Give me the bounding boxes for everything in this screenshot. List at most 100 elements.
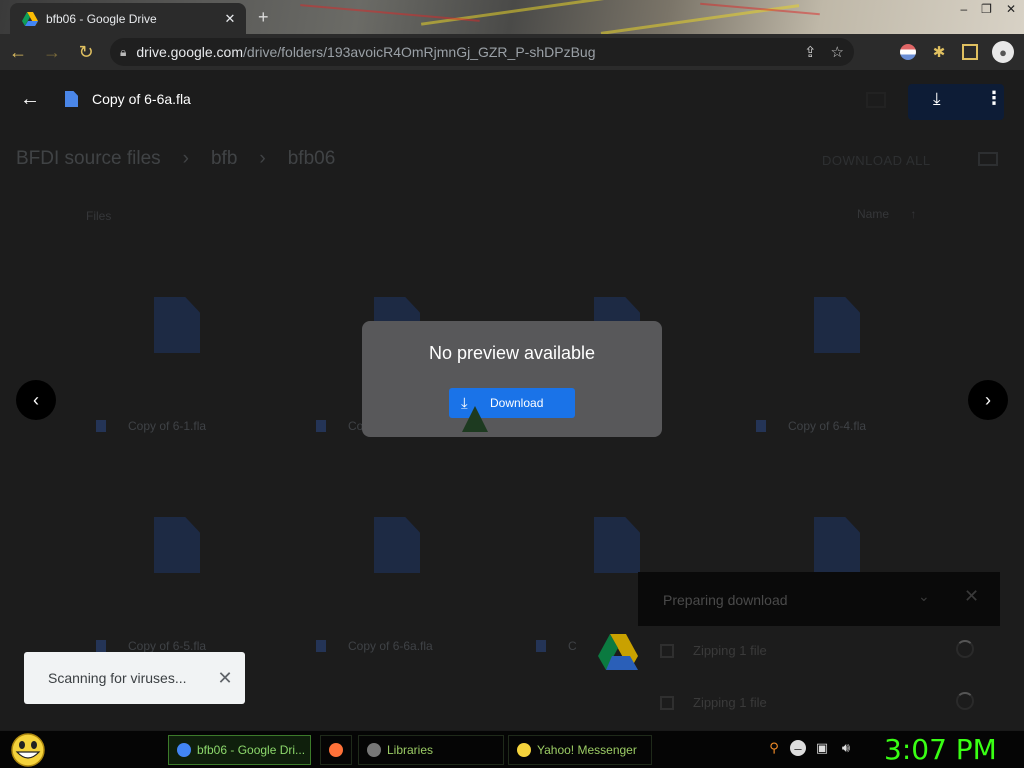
file-name: Copy of 6-1.fla	[128, 419, 207, 433]
file-type-icon	[756, 420, 766, 432]
open-with-icon[interactable]	[866, 92, 886, 108]
window-controls: – ❐ ✕	[960, 2, 1016, 16]
app-icon	[177, 743, 191, 757]
forward-button[interactable]: →	[36, 36, 68, 68]
clock[interactable]: 3:07 PM	[884, 733, 997, 766]
chevron-right-icon: ›	[259, 148, 266, 169]
app-icon	[517, 743, 531, 757]
breadcrumb: BFDI source files › bfb › bfb06	[16, 148, 335, 170]
file-type-icon	[536, 640, 546, 652]
wallpaper-streak	[300, 4, 480, 22]
file-icon	[154, 517, 200, 573]
taskbar-task[interactable]: Libraries	[358, 735, 504, 765]
file-name: Copy of 6-5.fla	[128, 639, 207, 653]
url-host: drive.google.com	[136, 44, 244, 60]
star-icon[interactable]: ☆	[831, 43, 844, 61]
close-icon[interactable]: ✕	[964, 586, 979, 607]
download-row-label: Zipping 1 file	[693, 695, 767, 710]
drive-page: BFDI source files › bfb › bfb06 DOWNLOAD…	[0, 70, 1024, 730]
file-type-icon	[316, 420, 326, 432]
no-preview-dialog: No preview available ⤓ Download	[362, 321, 662, 437]
file-icon	[65, 91, 78, 107]
list-view-icon[interactable]	[978, 152, 998, 166]
close-icon[interactable]: ✕	[222, 11, 238, 27]
volume-icon[interactable]: 🔊︎	[838, 740, 854, 756]
app-icon	[367, 743, 381, 757]
network-icon[interactable]: ▣	[814, 740, 830, 756]
maximize-button[interactable]: ❐	[981, 2, 992, 16]
tab-bfb06[interactable]: bfb06 - Google Drive ✕	[10, 3, 246, 34]
task-label: Libraries	[387, 743, 434, 757]
flag-icon[interactable]	[900, 44, 916, 60]
new-tab-button[interactable]: +	[258, 7, 269, 28]
address-bar[interactable]: 🔒︎ drive.google.com /drive/folders/193av…	[110, 38, 854, 66]
viewer-file-title: Copy of 6-6a.fla	[92, 91, 191, 107]
url-path: /drive/folders/193avoicR4OmRjmnGj_GZR_P-…	[243, 44, 596, 60]
extensions-area: ✱ ●	[900, 41, 1014, 63]
name-header-label: Name	[857, 207, 890, 221]
task-label: Yahoo! Messenger	[537, 743, 637, 757]
google-drive-logo	[598, 634, 638, 670]
file-type-icon	[316, 640, 326, 652]
taskbar-task[interactable]: bfb06 - Google Dri...	[168, 735, 311, 765]
previous-file-button[interactable]: ‹	[16, 380, 56, 420]
profile-icon[interactable]: ●	[992, 41, 1014, 63]
reload-button[interactable]: ↻	[70, 36, 102, 68]
spinner-icon	[956, 640, 974, 658]
toast-text: Scanning for viruses...	[48, 670, 187, 686]
breadcrumb-bfb[interactable]: bfb	[211, 148, 237, 170]
downloads-title: Preparing download	[663, 592, 788, 608]
puzzle-icon[interactable]: ✱	[930, 43, 948, 61]
file-type-icon	[96, 640, 106, 652]
name-sort-header[interactable]: Name ↑	[857, 207, 916, 221]
chevron-right-icon: ›	[182, 148, 189, 169]
viewer-header: ← Copy of 6-6a.fla ⤓ ⋮	[0, 70, 1024, 130]
file-icon	[374, 517, 420, 573]
minimize-button[interactable]: –	[960, 2, 967, 16]
file-icon	[154, 297, 200, 353]
start-button[interactable]	[8, 732, 48, 768]
tab-title: bfb06 - Google Drive	[46, 11, 157, 26]
browser-toolbar: ← → ↻ 🔒︎ drive.google.com /drive/folders…	[0, 34, 1024, 70]
sort-arrow-icon: ↑	[910, 207, 917, 221]
mouse-cursor	[462, 406, 488, 432]
wallpaper-streak	[700, 2, 820, 16]
download-row: Zipping 1 file	[638, 678, 1000, 728]
share-icon[interactable]: ⇪	[804, 43, 817, 61]
more-options-icon[interactable]: ⋮	[985, 88, 1003, 109]
download-row: Zipping 1 file	[638, 626, 1000, 676]
close-window-button[interactable]: ✕	[1006, 2, 1016, 16]
breadcrumb-root[interactable]: BFDI source files	[16, 148, 161, 170]
close-icon[interactable]: ✕	[205, 668, 245, 689]
files-header: Files	[86, 209, 112, 223]
breadcrumb-bfb06[interactable]: bfb06	[288, 148, 336, 170]
chevron-down-icon[interactable]: ⌄	[918, 588, 930, 605]
next-file-button[interactable]: ›	[968, 380, 1008, 420]
downloads-header: Preparing download ⌄ ✕	[638, 572, 1000, 626]
lock-icon: 🔒︎	[120, 44, 127, 59]
file-name: C	[568, 639, 577, 653]
file-icon	[814, 517, 860, 573]
download-icon[interactable]: ⤓	[933, 89, 941, 109]
taskbar-task[interactable]	[320, 735, 352, 765]
app-icon	[329, 743, 343, 757]
minus-icon[interactable]: –	[790, 740, 806, 756]
zip-icon	[660, 696, 674, 710]
system-tray: ⚲ – ▣ 🔊︎	[766, 740, 854, 756]
download-button-label: Download	[490, 396, 544, 410]
taskbar: bfb06 - Google Dri... Libraries Yahoo! Mes…	[0, 730, 1024, 768]
spinner-icon	[956, 692, 974, 710]
download-row-label: Zipping 1 file	[693, 643, 767, 658]
file-name: Copy of 6-4.fla	[788, 419, 867, 433]
google-drive-icon	[22, 11, 38, 26]
back-button[interactable]: ←	[2, 36, 34, 68]
sidebar-icon[interactable]	[962, 44, 978, 60]
viewer-back-button[interactable]: ←	[20, 88, 40, 111]
search-icon[interactable]: ⚲	[766, 740, 782, 756]
zip-icon	[660, 644, 674, 658]
screen: bfb06 - Google Drive ✕ + – ❐ ✕ ← → ↻ 🔒︎ …	[0, 0, 1024, 768]
taskbar-task[interactable]: Yahoo! Messenger	[508, 735, 652, 765]
file-type-icon	[96, 420, 106, 432]
download-all-button[interactable]: DOWNLOAD ALL	[822, 153, 931, 168]
file-name: Copy of 6-6a.fla	[348, 639, 433, 653]
